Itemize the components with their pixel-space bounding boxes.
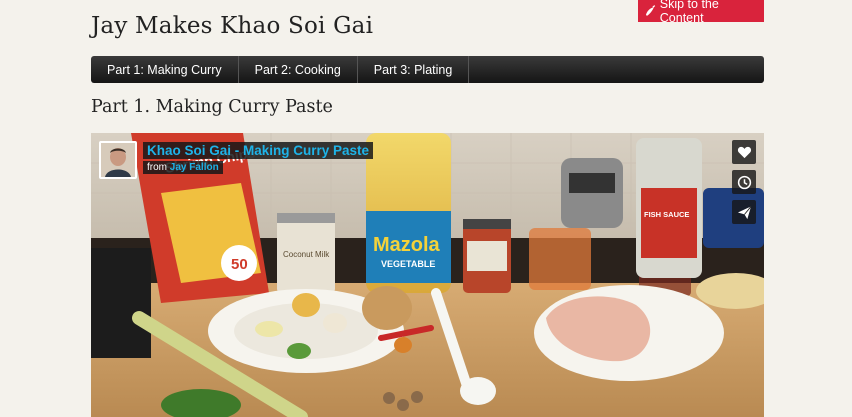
chili-pepper-icon bbox=[645, 5, 656, 16]
section-title: Part 1. Making Curry Paste bbox=[91, 97, 333, 117]
byline-from: from bbox=[147, 162, 167, 173]
video-byline: from Jay Fallon bbox=[143, 161, 223, 174]
watch-later-button[interactable] bbox=[732, 170, 756, 194]
skip-to-content-link[interactable]: Skip to the Content bbox=[638, 0, 764, 25]
video-header: Khao Soi Gai - Making Curry Paste from J… bbox=[99, 141, 374, 179]
video-player[interactable]: Shrimp Chips 50 Coconut Milk Mazola VEGE… bbox=[91, 133, 764, 417]
heart-icon bbox=[737, 146, 751, 158]
mazola-label: Mazola bbox=[373, 234, 441, 256]
skip-link-label: Skip to the Content bbox=[659, 0, 719, 25]
author-link[interactable]: Jay Fallon bbox=[170, 162, 219, 173]
chips-badge-number: 50 bbox=[231, 256, 248, 273]
fish-sauce-label: FISH SAUCE bbox=[644, 210, 689, 219]
video-title-link[interactable]: Khao Soi Gai - Making Curry Paste bbox=[143, 142, 374, 159]
nav-item-part2[interactable]: Part 2: Cooking bbox=[239, 56, 358, 83]
clock-icon bbox=[737, 175, 751, 189]
avatar-portrait-icon bbox=[101, 143, 135, 177]
share-button[interactable] bbox=[732, 200, 756, 224]
nav-item-part3[interactable]: Part 3: Plating bbox=[358, 56, 470, 83]
send-icon bbox=[737, 205, 751, 219]
main-nav: Part 1: Making Curry Part 2: Cooking Par… bbox=[91, 56, 764, 83]
vegetable-label: VEGETABLE bbox=[381, 259, 435, 269]
nav-item-part1[interactable]: Part 1: Making Curry bbox=[91, 56, 239, 83]
video-actions bbox=[732, 140, 756, 224]
like-button[interactable] bbox=[732, 140, 756, 164]
site-title: Jay Makes Khao Soi Gai bbox=[91, 13, 374, 39]
coconut-milk-label: Coconut Milk bbox=[283, 250, 330, 259]
author-avatar[interactable] bbox=[99, 141, 137, 179]
